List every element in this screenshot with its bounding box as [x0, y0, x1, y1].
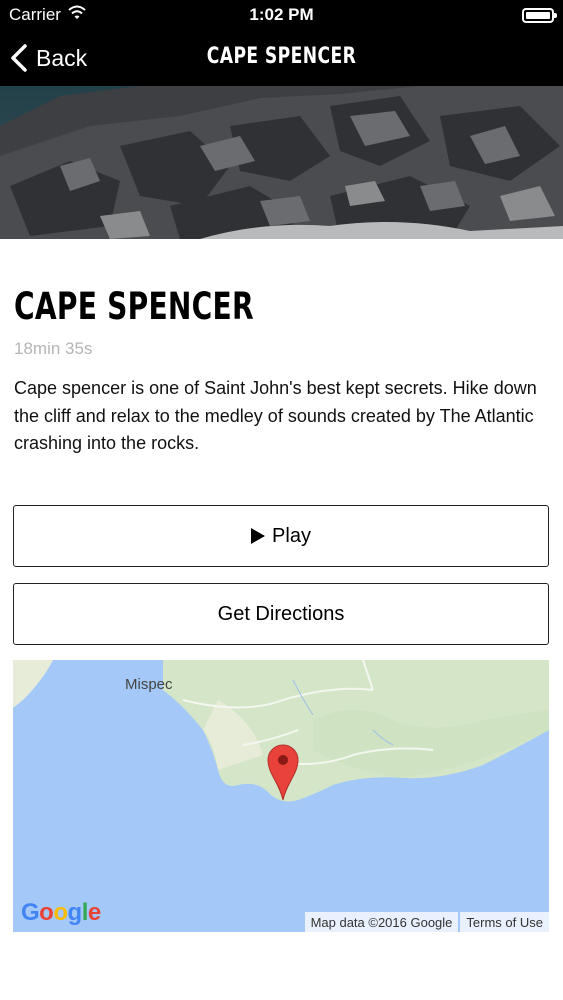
status-bar: Carrier 1:02 PM	[0, 0, 563, 30]
get-directions-button[interactable]: Get Directions	[13, 583, 549, 645]
battery-icon	[522, 8, 557, 23]
google-logo: Google	[21, 899, 101, 926]
hero-image	[0, 86, 563, 239]
map-place-label: Mispec	[125, 676, 173, 693]
map-attribution: Map data ©2016 Google Terms of Use	[304, 912, 549, 932]
get-directions-label: Get Directions	[217, 602, 345, 625]
chevron-left-icon	[11, 44, 27, 72]
play-icon	[251, 528, 266, 544]
description-text: Cape spencer is one of Saint John's best…	[14, 378, 537, 453]
play-label: Play	[272, 524, 311, 547]
status-time: 1:02 PM	[249, 5, 314, 24]
rocky-shore-image	[0, 86, 563, 239]
play-button[interactable]: Play	[13, 505, 549, 567]
map-data-label: Map data ©2016 Google	[304, 912, 459, 932]
duration-label: 18min 35s	[14, 339, 93, 358]
nav-title: CAPE SPENCER	[206, 44, 357, 69]
map-pin-icon[interactable]	[266, 742, 300, 802]
page-title: CAPE SPENCER	[14, 285, 254, 328]
navigation-bar: Back CAPE SPENCER	[0, 30, 563, 86]
map-view[interactable]: Mispec Google Map data ©2016 Google Term…	[13, 660, 549, 932]
terms-of-use-link[interactable]: Terms of Use	[460, 912, 549, 932]
